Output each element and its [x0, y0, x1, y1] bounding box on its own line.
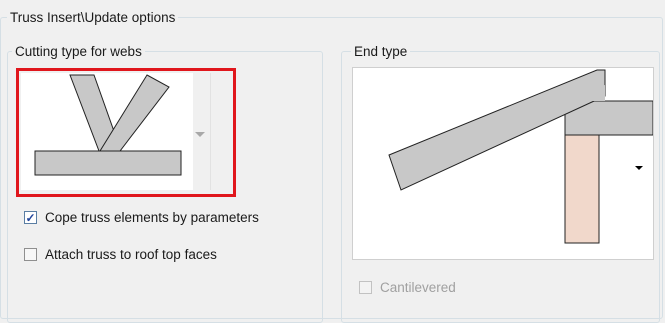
cope-label: Cope truss elements by parameters — [45, 210, 259, 225]
triangle-down-icon[interactable] — [635, 166, 643, 170]
web-cut-highlight — [16, 68, 236, 197]
cutting-type-title: Cutting type for webs — [12, 43, 145, 60]
attach-label: Attach truss to roof top faces — [45, 247, 217, 262]
cope-checkbox[interactable]: ✓ — [24, 211, 37, 224]
end-type-title: End type — [351, 43, 411, 60]
truss-options-title: Truss Insert\Update options — [7, 9, 179, 26]
checkmark-icon: ✓ — [25, 210, 36, 225]
end-type-dropdown[interactable] — [352, 67, 654, 260]
cantilevered-option[interactable]: Cantilevered — [359, 280, 456, 295]
end-type-preview-image — [388, 69, 654, 244]
cantilevered-label: Cantilevered — [380, 280, 456, 295]
cantilevered-checkbox[interactable] — [359, 281, 372, 294]
cope-option[interactable]: ✓ Cope truss elements by parameters — [24, 210, 259, 225]
attach-option[interactable]: Attach truss to roof top faces — [24, 247, 217, 262]
attach-checkbox[interactable] — [24, 248, 37, 261]
